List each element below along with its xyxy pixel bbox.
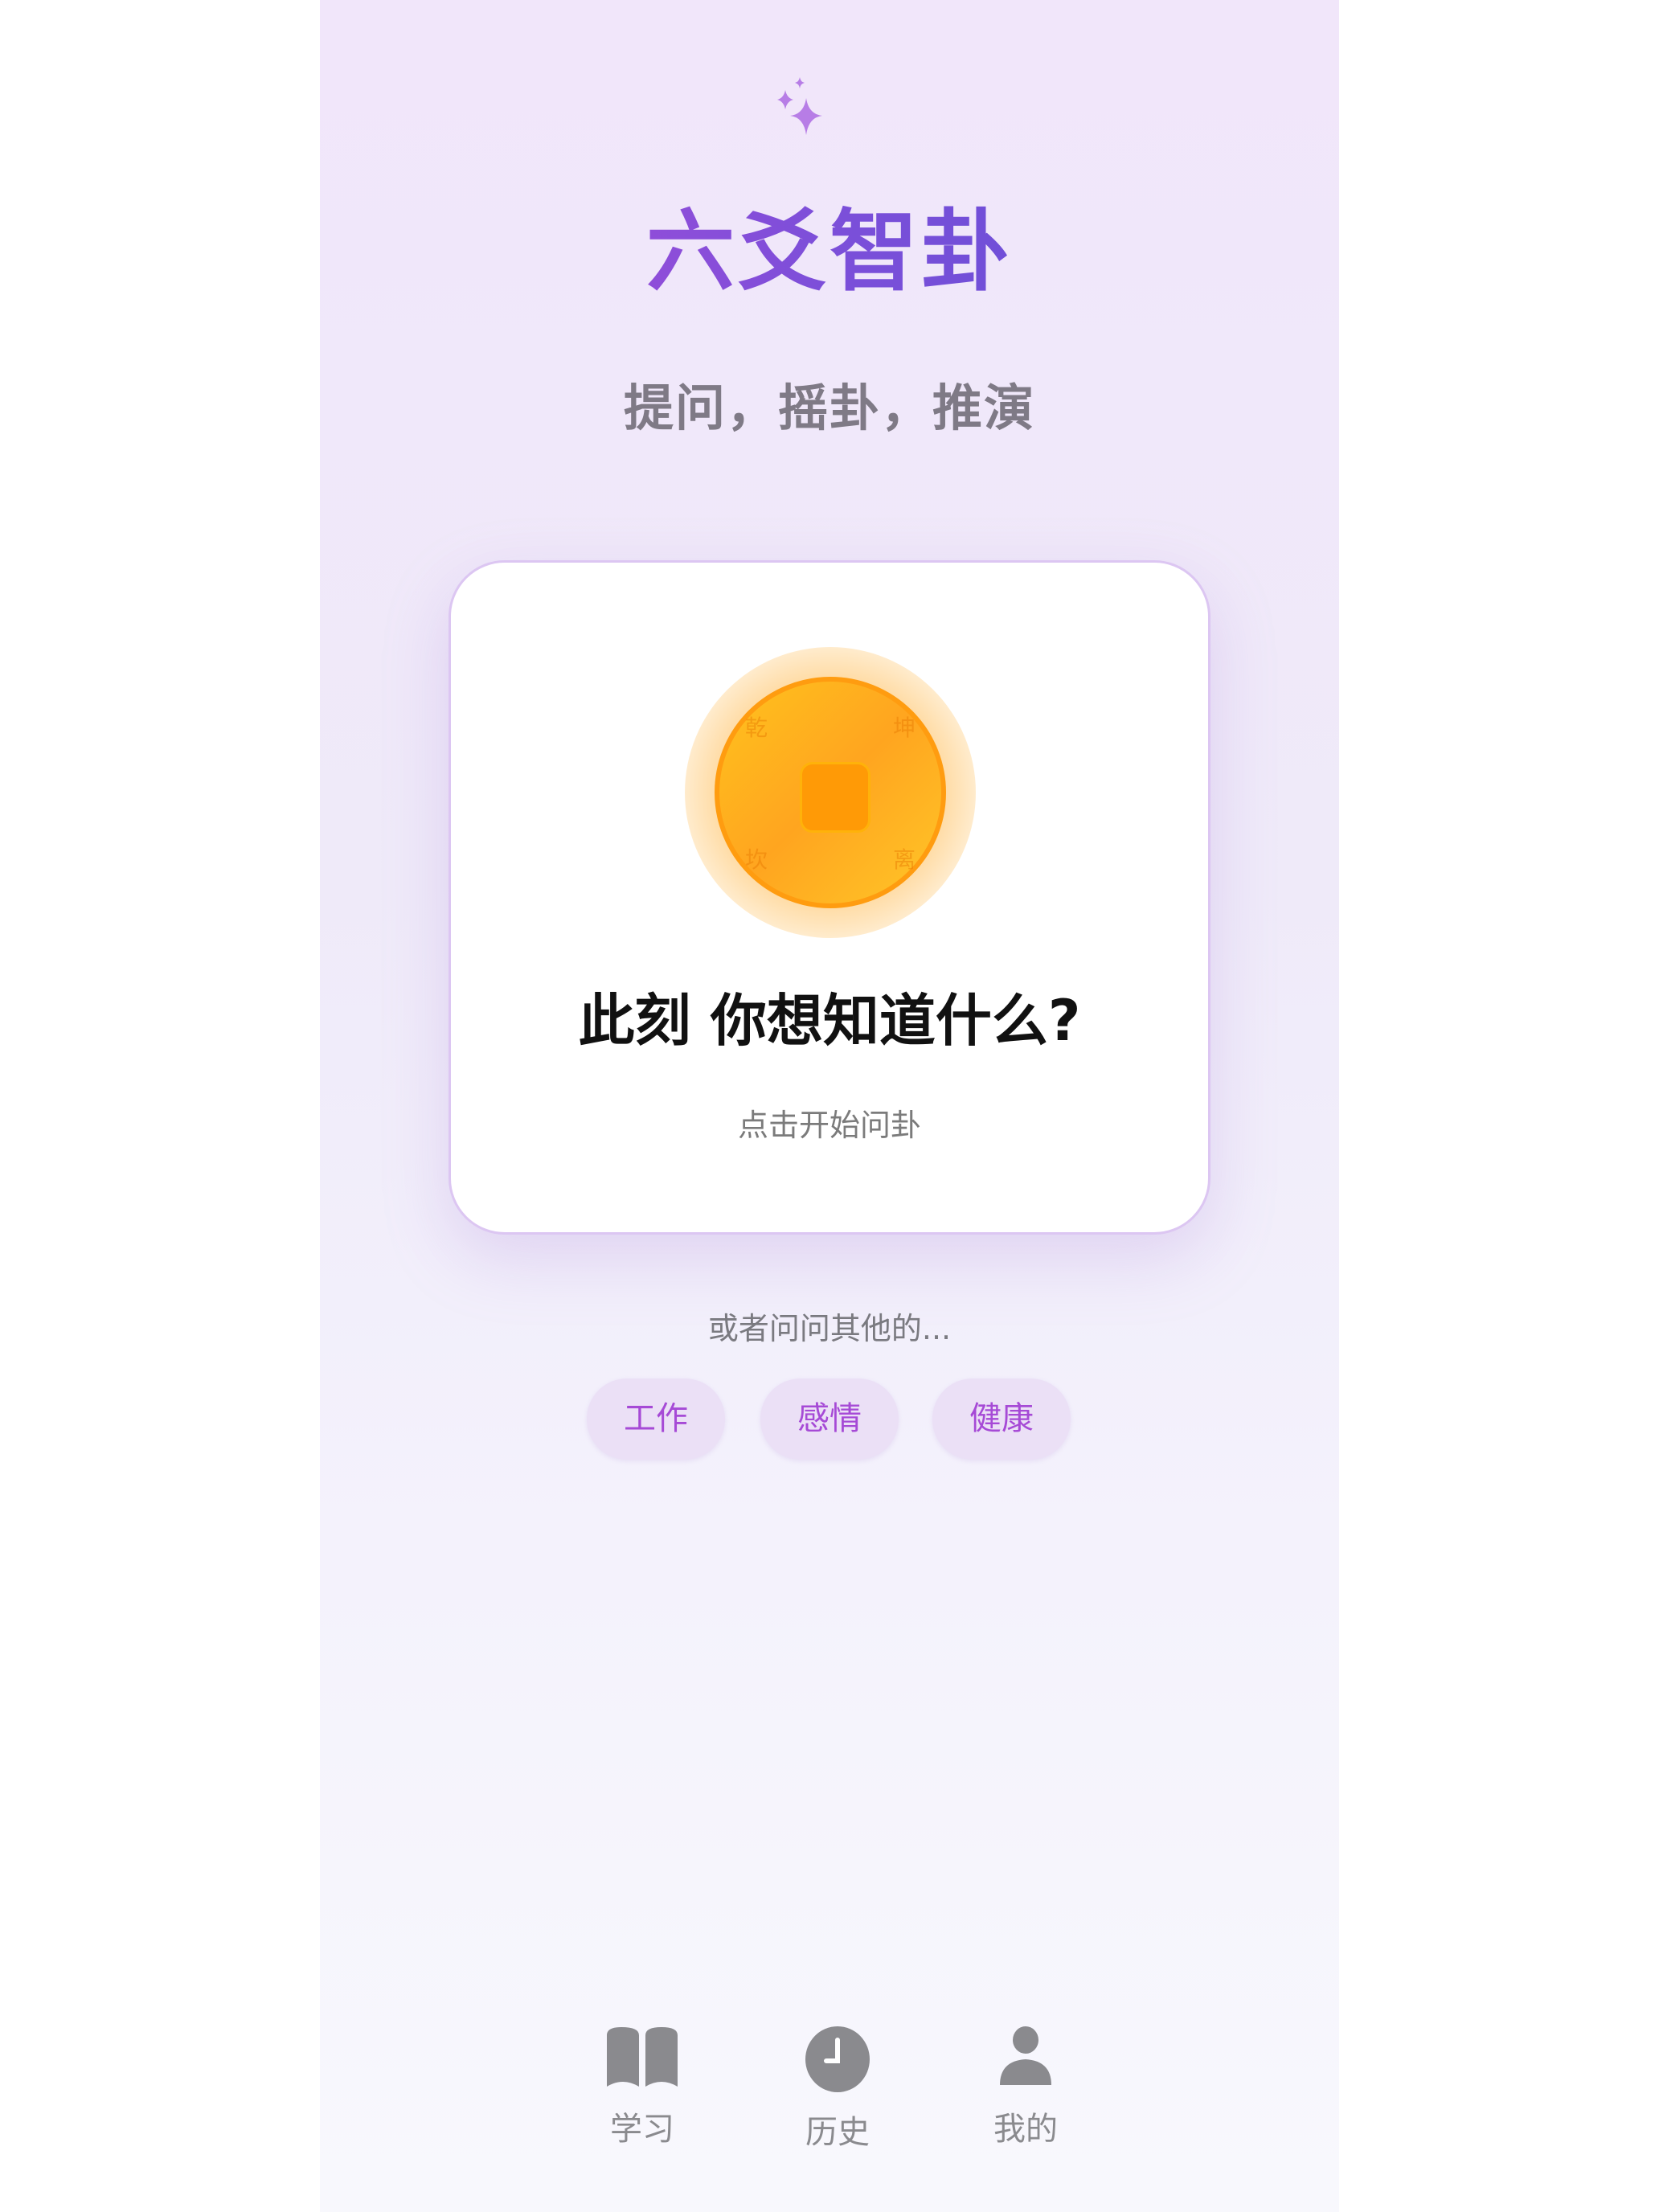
trigram-kan: 坎 [745, 846, 768, 873]
app-title: 六爻智卦 [320, 199, 1339, 304]
chip-relationship[interactable]: 感情 [760, 1378, 899, 1460]
trigram-li: 离 [892, 846, 916, 873]
nav-label: 历史 [805, 2114, 870, 2151]
question-prompt: 此刻 你想知道什么? [578, 988, 1081, 1054]
coin-square-hole [800, 762, 870, 833]
nav-item-learn[interactable]: 学习 [570, 2026, 715, 2149]
nav-label: 我的 [993, 2111, 1058, 2148]
app-subtitle: 提问，摇卦，推演 [623, 379, 1035, 437]
sparkles-icon [777, 77, 822, 135]
start-hint: 点击开始问卦 [737, 1108, 921, 1143]
chip-health[interactable]: 健康 [932, 1378, 1071, 1460]
trigram-kun: 坤 [892, 715, 916, 741]
person-icon [1000, 2026, 1051, 2085]
book-icon [607, 2027, 678, 2087]
app-screen: 六爻智卦 提问，摇卦，推演 乾 坤 坎 离 此刻 你想知道什么? 点击开始问卦 … [320, 0, 1339, 2212]
suggestions-label: 或者问问其他的... [707, 1311, 952, 1346]
trigram-qian: 乾 [745, 715, 768, 741]
chip-work[interactable]: 工作 [587, 1378, 725, 1460]
nav-item-history[interactable]: 历史 [765, 2026, 910, 2153]
coin-icon[interactable]: 乾 坤 坎 离 [715, 677, 946, 908]
start-divination-card[interactable]: 乾 坤 坎 离 此刻 你想知道什么? 点击开始问卦 [449, 560, 1210, 1235]
nav-item-profile[interactable]: 我的 [953, 2026, 1098, 2149]
nav-label: 学习 [610, 2111, 674, 2148]
clock-icon [805, 2026, 870, 2092]
